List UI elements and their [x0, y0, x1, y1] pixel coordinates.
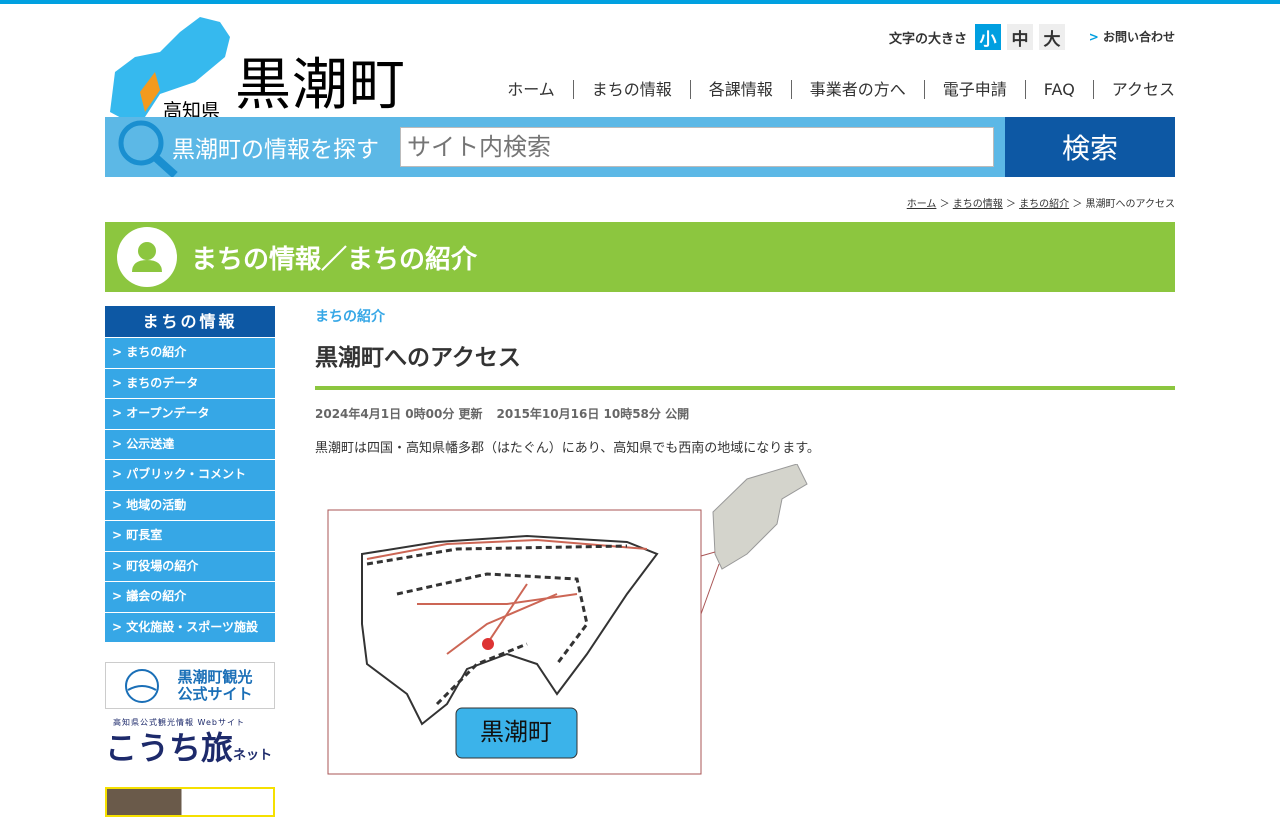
nav-town-info[interactable]: まちの情報 [572, 80, 690, 99]
sidebar-item[interactable]: > 町長室 [105, 521, 275, 551]
section-title: まちの情報／まちの紹介 [191, 244, 478, 275]
nav-e-application[interactable]: 電子申請 [923, 80, 1025, 99]
description: 黒潮町は四国・高知県幡多郡（はたぐん）にあり、高知県でも西南の地域になります。 [315, 441, 820, 456]
sidebar: まちの情報 > まちの紹介 > まちのデータ > オープンデータ > 公示送達 > パブ… [105, 306, 275, 817]
nav-home[interactable]: ホーム [489, 80, 573, 99]
updated-date: 2024年4月1日 0時00分 更新 [315, 407, 483, 421]
map-label-kuroshio: 黒潮町 [480, 718, 552, 746]
nav-departments[interactable]: 各課情報 [689, 80, 791, 99]
magnifier-icon [118, 120, 178, 177]
sidebar-item[interactable]: > 地域の活動 [105, 490, 275, 520]
sidebar-item[interactable]: > オープンデータ [105, 399, 275, 429]
sidebar-item[interactable]: > 公示送達 [105, 429, 275, 459]
search-input[interactable] [400, 127, 994, 167]
tourism-site-banner[interactable]: 黒潮町観光 公式サイト [105, 662, 275, 709]
information-banner[interactable] [105, 787, 275, 817]
crumb-town-info[interactable]: まちの情報 [953, 199, 1003, 210]
breadcrumb: ホーム ＞ まちの情報 ＞ まちの紹介 ＞ 黒潮町へのアクセス [906, 199, 1175, 210]
search-bar: 黒潮町の情報を探す 検索 [105, 117, 1175, 177]
nav-business[interactable]: 事業者の方へ [790, 80, 924, 99]
kochi-tabi-banner[interactable]: 高知県公式観光情報 Webサイト こうち旅ネット [105, 717, 275, 777]
global-nav: ホーム まちの情報 各課情報 事業者の方へ 電子申請 FAQ アクセス [489, 80, 1175, 99]
sidebar-item[interactable]: > 議会の紹介 [105, 582, 275, 612]
sidebar-item[interactable]: > まちのデータ [105, 368, 275, 398]
sidebar-item[interactable]: > パブリック・コメント [105, 460, 275, 490]
section-banner: まちの情報／まちの紹介 [105, 222, 1175, 292]
nav-access[interactable]: アクセス [1092, 80, 1175, 99]
published-date: 2015年10月16日 10時58分 公開 [496, 407, 690, 421]
person-icon [117, 227, 177, 287]
sidebar-item[interactable]: > まちの紹介 [105, 338, 275, 368]
sidebar-item[interactable]: > 町役場の紹介 [105, 551, 275, 581]
access-map: 黒潮町 [327, 464, 808, 775]
font-size-switcher: 文字の大きさ 小 中 大 [889, 24, 1065, 50]
font-size-medium[interactable]: 中 [1007, 24, 1033, 50]
search-button[interactable]: 検索 [1005, 117, 1175, 177]
crumb-home[interactable]: ホーム [907, 199, 937, 210]
sidebar-item[interactable]: > 文化施設・スポーツ施設 [105, 612, 275, 642]
page-title: 黒潮町へのアクセス [315, 338, 1175, 390]
nav-faq[interactable]: FAQ [1024, 80, 1093, 99]
contact-link[interactable]: > お問い合わせ [1089, 28, 1175, 45]
font-size-small[interactable]: 小 [975, 24, 1001, 50]
kuroshio-logo [125, 668, 159, 703]
font-size-large[interactable]: 大 [1039, 24, 1065, 50]
main-content: まちの紹介 黒潮町へのアクセス 2024年4月1日 0時00分 更新 2015年1… [315, 306, 1175, 775]
crumb-town-intro[interactable]: まちの紹介 [1019, 199, 1069, 210]
